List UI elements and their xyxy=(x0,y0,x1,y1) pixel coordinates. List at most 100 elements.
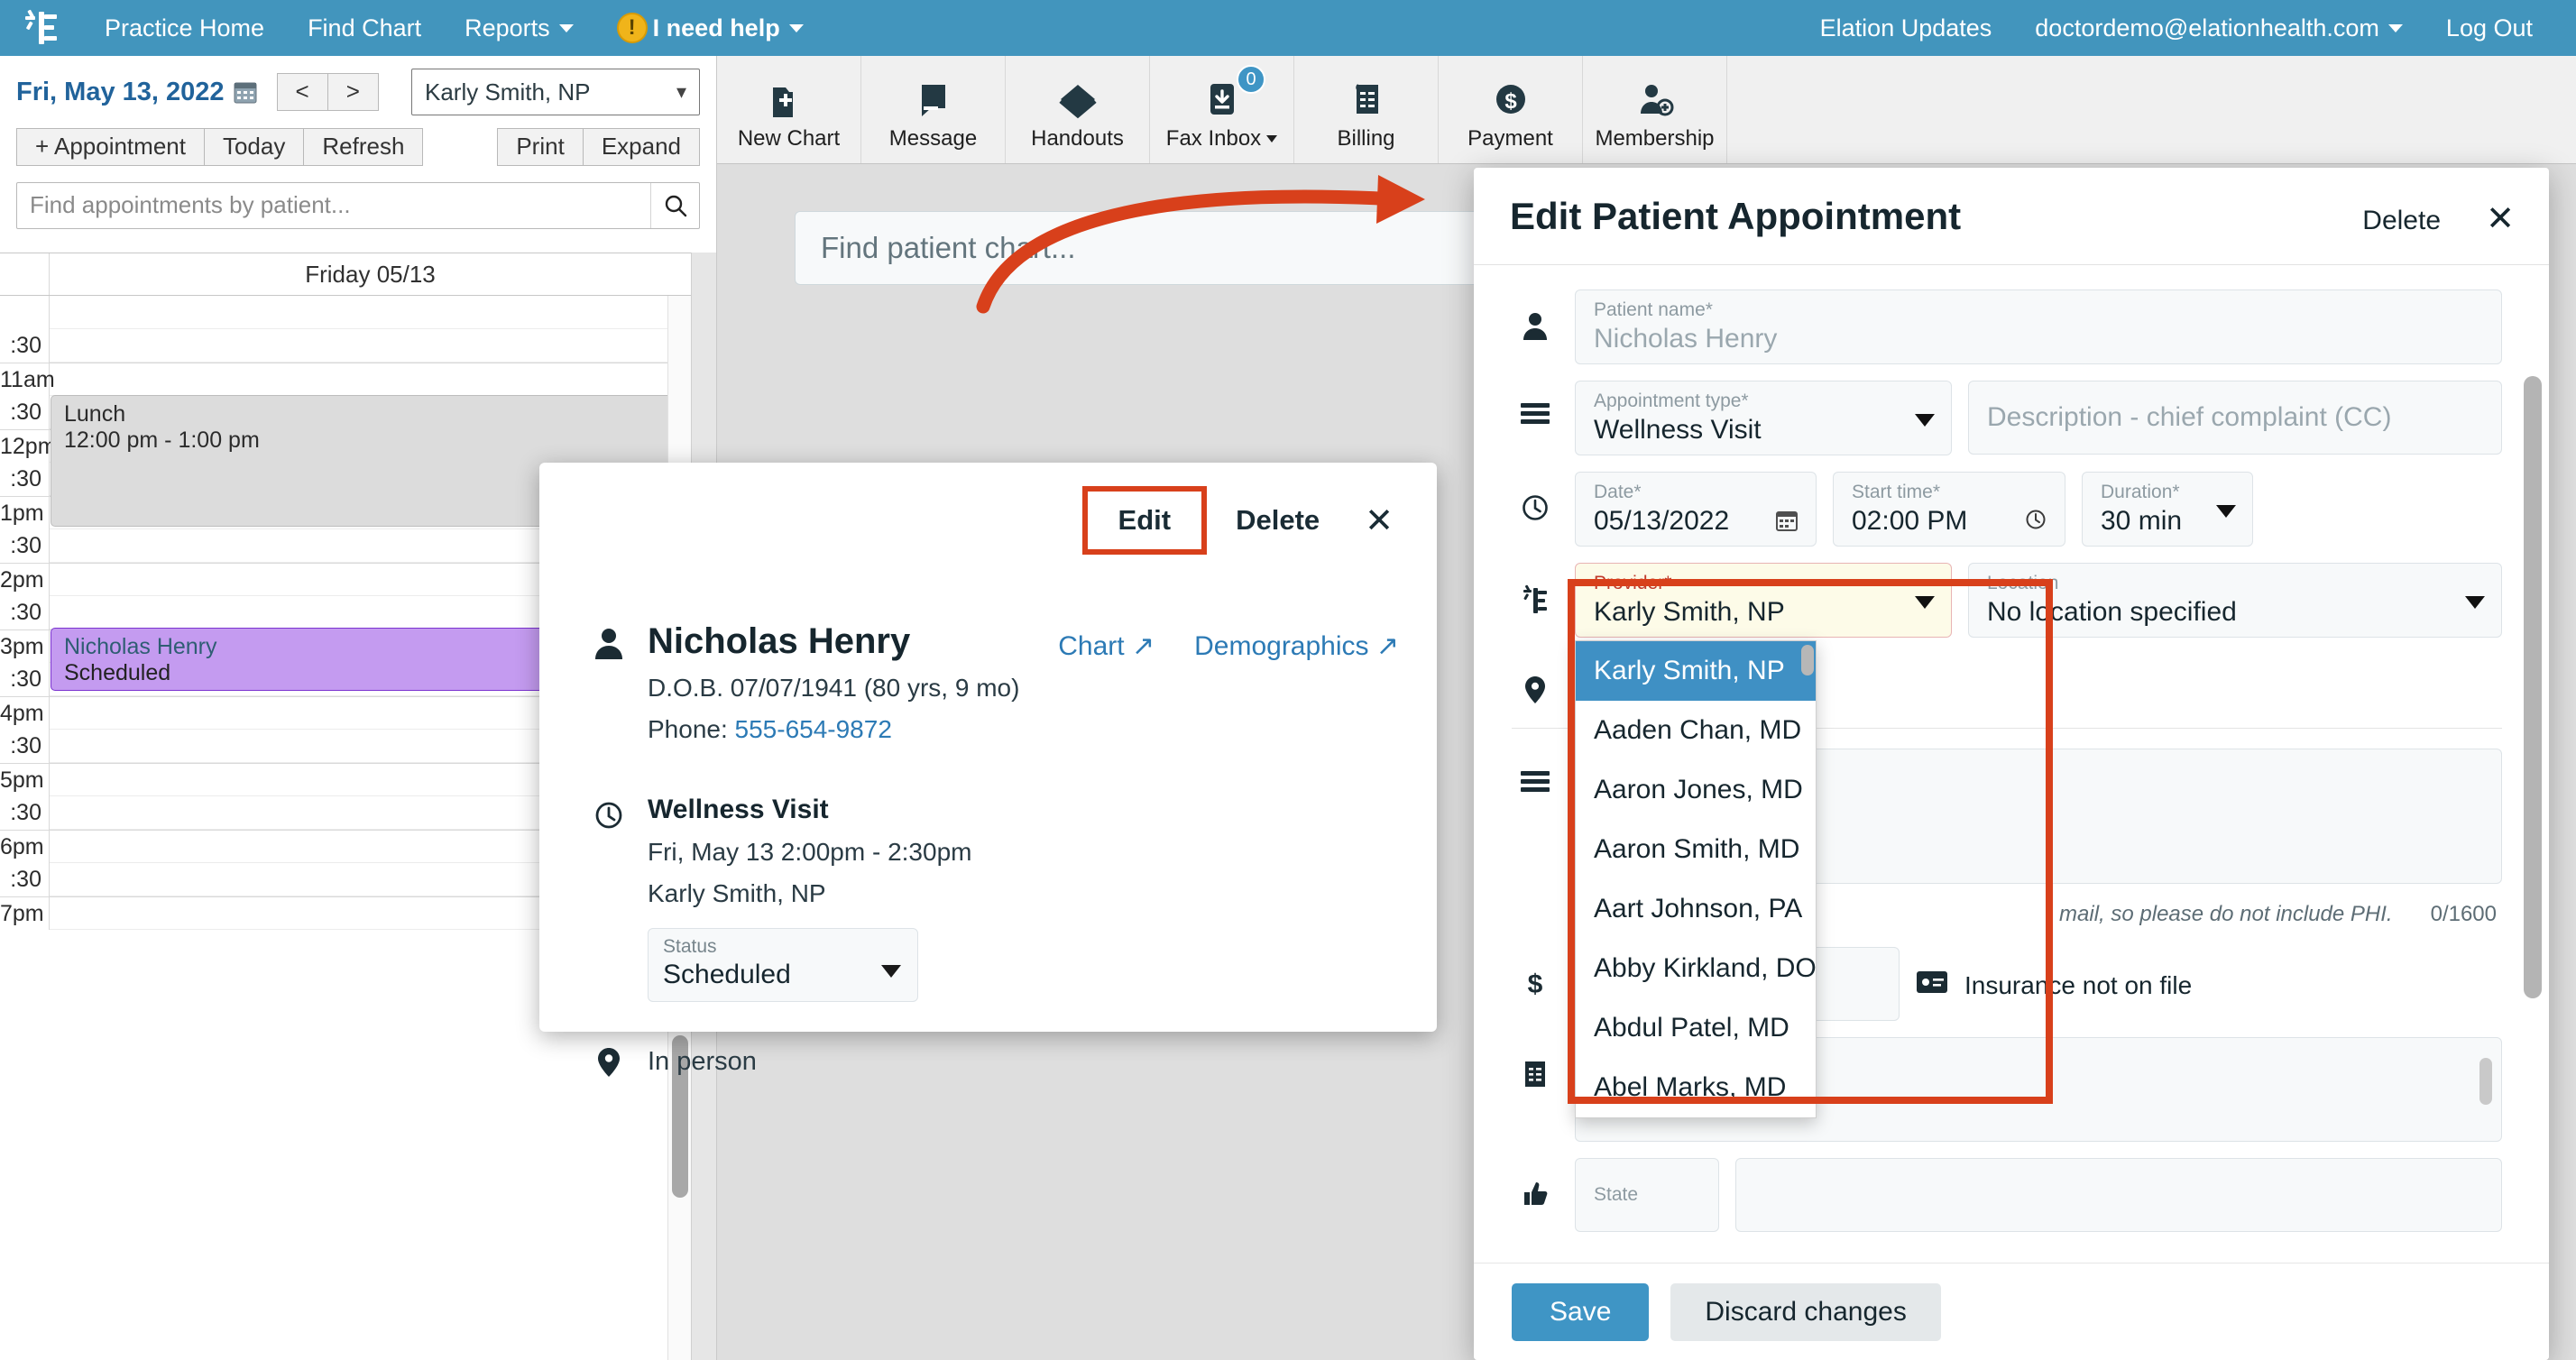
slot-label: :30 xyxy=(0,863,50,896)
nav-account-menu[interactable]: doctordemo@elationhealth.com xyxy=(2013,0,2424,56)
state-select[interactable]: State xyxy=(1575,1158,1719,1232)
email-hint-text: mail, so please do not include PHI. xyxy=(2059,902,2393,927)
provider-value: Karly Smith, NP xyxy=(1594,597,1933,628)
appointment-type-select[interactable]: Appointment type* Wellness Visit xyxy=(1575,381,1952,455)
duration-select[interactable]: Duration* 30 min xyxy=(2082,472,2253,547)
dropdown-scrollbar-thumb[interactable] xyxy=(1801,645,1814,675)
search-icon[interactable] xyxy=(650,183,699,228)
insurance-status-text: Insurance not on file xyxy=(1964,971,2192,1000)
provider-dropdown-list[interactable]: Karly Smith, NP Aaden Chan, MD Aaron Jon… xyxy=(1575,640,1817,1118)
provider-option[interactable]: Aaron Smith, MD xyxy=(1576,820,1816,879)
slot-label: :30 xyxy=(0,663,50,696)
description-placeholder: Description - chief complaint (CC) xyxy=(1987,402,2391,433)
toolbar-handouts[interactable]: Handouts xyxy=(1006,56,1150,163)
slot-label: 1pm xyxy=(0,497,50,529)
toolbar-payment[interactable]: $ Payment xyxy=(1439,56,1583,163)
nav-i-need-help[interactable]: ! I need help xyxy=(595,0,825,56)
location-select[interactable]: Location No location specified xyxy=(1968,563,2502,638)
close-x-icon[interactable]: ✕ xyxy=(2486,198,2515,239)
field-label: State xyxy=(1594,1184,1638,1206)
phone-number-link[interactable]: 555-654-9872 xyxy=(735,715,892,743)
nav-account-email: doctordemo@elationhealth.com xyxy=(2035,14,2379,42)
calendar-icon[interactable] xyxy=(1776,509,1798,538)
prev-day-button[interactable]: < xyxy=(277,73,327,111)
form-row-provider: Provider* Karly Smith, NP Karly Smith, N… xyxy=(1512,563,2502,638)
sidebar-action-row: + Appointment Today Refresh Print Expand xyxy=(0,115,716,166)
appointment-search-box[interactable] xyxy=(16,182,700,229)
sidebar-left-buttons: + Appointment Today Refresh xyxy=(16,128,423,166)
save-button[interactable]: Save xyxy=(1512,1283,1649,1341)
insurance-card-icon xyxy=(1916,970,1948,1000)
toolbar-label: Message xyxy=(889,126,977,152)
form-row-patient: Patient name* Nicholas Henry xyxy=(1512,289,2502,364)
clock-icon[interactable] xyxy=(2025,509,2047,537)
add-appointment-button[interactable]: + Appointment xyxy=(16,128,205,166)
handouts-diamond-icon xyxy=(1055,74,1100,121)
today-button[interactable]: Today xyxy=(205,128,304,166)
nav-find-chart[interactable]: Find Chart xyxy=(286,0,443,56)
event-time: 12:00 pm - 1:00 pm xyxy=(64,427,690,454)
toolbar-membership[interactable]: Membership xyxy=(1583,56,1727,163)
phone-label: Phone: xyxy=(648,715,728,743)
provider-option[interactable]: Abdul Patel, MD xyxy=(1576,998,1816,1058)
top-nav-right-group: Elation Updates doctordemo@elationhealth… xyxy=(1799,0,2576,56)
description-input[interactable]: Description - chief complaint (CC) xyxy=(1968,381,2502,455)
popover-patient-row: Nicholas Henry D.O.B. 07/07/1941 (80 yrs… xyxy=(590,621,1401,744)
edit-panel-scrollbar-thumb[interactable] xyxy=(2524,376,2542,998)
nav-elation-updates[interactable]: Elation Updates xyxy=(1799,0,2014,56)
slot-cell[interactable] xyxy=(50,296,716,329)
search-input[interactable] xyxy=(17,191,650,219)
provider-option[interactable]: Aaden Chan, MD xyxy=(1576,701,1816,760)
edit-panel-footer: Save Discard changes xyxy=(1474,1263,2549,1360)
sidebar-right-buttons: Print Expand xyxy=(497,128,700,166)
print-button[interactable]: Print xyxy=(497,128,583,166)
close-x-icon[interactable]: ✕ xyxy=(1348,492,1410,550)
elation-logo-icon[interactable] xyxy=(0,0,83,56)
provider-select[interactable]: Provider* Karly Smith, NP xyxy=(1575,563,1952,638)
expand-button[interactable]: Expand xyxy=(584,128,700,166)
provider-option[interactable]: Aart Johnson, PA xyxy=(1576,879,1816,939)
toolbar-fax-inbox[interactable]: 0 Fax Inbox xyxy=(1150,56,1294,163)
edit-panel-scrollbar[interactable] xyxy=(2524,376,2542,1263)
date-field[interactable]: Date* 05/13/2022 xyxy=(1575,472,1817,547)
provider-option[interactable]: Karly Smith, NP xyxy=(1576,641,1816,701)
slot-label: 6pm xyxy=(0,831,50,863)
state-detail-input[interactable] xyxy=(1735,1158,2502,1232)
popover-visit-type: Wellness Visit xyxy=(648,795,971,825)
provider-option[interactable]: Abby Kirkland, DO xyxy=(1576,939,1816,998)
popover-edit-button[interactable]: Edit xyxy=(1082,486,1208,555)
toolbar-billing[interactable]: Billing xyxy=(1294,56,1439,163)
billing-notes-scrollbar-thumb[interactable] xyxy=(2479,1058,2492,1105)
edit-panel-delete-button[interactable]: Delete xyxy=(2362,206,2441,236)
current-date-label: Fri, May 13, 2022 xyxy=(16,78,225,107)
clock-icon xyxy=(1512,472,1559,522)
chevron-down-icon xyxy=(2216,505,2236,518)
slot-label: 4pm xyxy=(0,697,50,730)
slot-label: :30 xyxy=(0,596,50,629)
next-day-button[interactable]: > xyxy=(327,73,379,111)
page-title: Edit Patient Appointment xyxy=(1510,195,1961,238)
slot-cell[interactable] xyxy=(50,363,716,396)
field-label: Patient name* xyxy=(1594,299,2483,321)
popover-actions: Edit Delete ✕ xyxy=(1082,486,1410,555)
start-time-field[interactable]: Start time* 02:00 PM xyxy=(1833,472,2065,547)
status-select[interactable]: Status Scheduled xyxy=(648,928,918,1002)
slot-label: 7pm xyxy=(0,897,50,930)
nav-reports[interactable]: Reports xyxy=(443,0,595,56)
discard-changes-button[interactable]: Discard changes xyxy=(1670,1283,1940,1341)
patient-name-field[interactable]: Patient name* Nicholas Henry xyxy=(1575,289,2502,364)
toolbar-new-chart[interactable]: New Chart xyxy=(717,56,861,163)
provider-option[interactable]: Aaron Jones, MD xyxy=(1576,760,1816,820)
provider-option[interactable]: Abel Marks, MD xyxy=(1576,1058,1816,1117)
slot-cell[interactable] xyxy=(50,329,716,363)
calendar-icon[interactable] xyxy=(234,80,257,104)
nav-practice-home[interactable]: Practice Home xyxy=(83,0,286,56)
toolbar-message[interactable]: Message xyxy=(861,56,1006,163)
dropdown-scrollbar[interactable] xyxy=(1801,645,1814,1123)
nav-log-out[interactable]: Log Out xyxy=(2424,0,2554,56)
svg-text:$: $ xyxy=(1504,89,1517,114)
edit-panel-scroll-area[interactable]: Patient name* Nicholas Henry Appointment… xyxy=(1474,266,2549,1263)
popover-delete-button[interactable]: Delete xyxy=(1216,492,1339,549)
refresh-button[interactable]: Refresh xyxy=(304,128,423,166)
provider-filter-select[interactable]: Karly Smith, NP ▾ xyxy=(411,69,700,115)
